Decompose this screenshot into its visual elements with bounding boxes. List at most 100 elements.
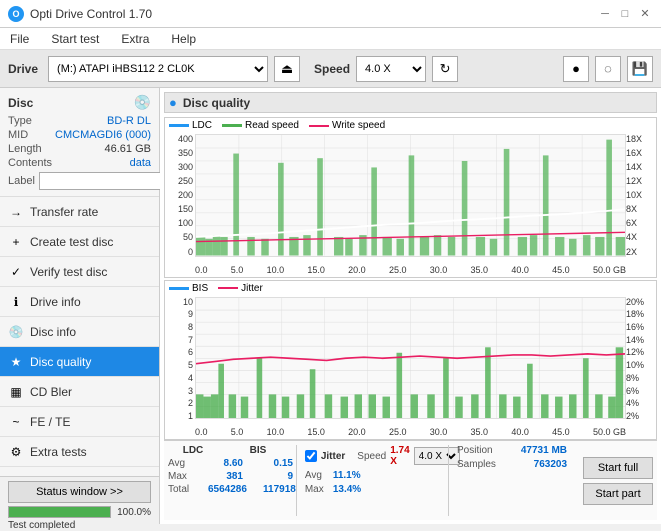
disc-contents-value: data [130,157,151,169]
fe-te-icon: ~ [8,414,24,430]
start-full-button[interactable]: Start full [583,457,653,479]
max-label: Max [168,471,188,482]
sidebar-item-cd-bler[interactable]: ▦ CD Bler [0,377,159,407]
disc-section-title: Disc [8,96,33,110]
speed-select-stats[interactable]: 4.0 X [414,447,460,465]
status-bar: Status window >> 100.0% Test completed [0,476,159,524]
legend-write-label: Write speed [332,120,385,131]
chart2-plot [195,297,626,420]
speed-select[interactable]: 4.0 X [356,56,426,82]
disc-length-label: Length [8,143,42,155]
stats-panel: LDC BIS Avg 8.60 0.15 Max 381 9 Total 65… [164,440,657,520]
sidebar-label-verify-test-disc: Verify test disc [30,265,107,279]
stats-ldc-bis: LDC BIS Avg 8.60 0.15 Max 381 9 Total 65… [168,445,288,516]
app-title: Opti Drive Control 1.70 [30,7,152,21]
transfer-rate-icon: → [8,204,24,220]
chart1-y-axis-right: 18X 16X 14X 12X 10X 8X 6X 4X 2X [626,134,654,257]
disc-mid-row: MID CMCMAGDI6 (000) [8,129,151,141]
disc-label-input[interactable] [39,172,177,190]
drive-label: Drive [8,62,38,76]
sidebar-item-extra-tests[interactable]: ⚙ Extra tests [0,437,159,467]
disc-length-row: Length 46.61 GB [8,143,151,155]
maximize-button[interactable]: □ [617,6,633,22]
save-button[interactable]: 💾 [627,56,653,82]
minimize-button[interactable]: ─ [597,6,613,22]
avg-label: Avg [168,458,188,469]
sidebar-item-drive-info[interactable]: ℹ Drive info [0,287,159,317]
menu-extra[interactable]: Extra [117,30,153,48]
bis-total: 117918 [263,484,293,495]
speed-val: 1.74 X [390,445,409,467]
sidebar-item-disc-info[interactable]: 💿 Disc info [0,317,159,347]
jitter-check-row: Jitter Speed 1.74 X 4.0 X [305,445,440,467]
sidebar-item-transfer-rate[interactable]: → Transfer rate [0,197,159,227]
position-label: Position [457,445,493,456]
samples-row: Samples 763203 [457,459,567,470]
sidebar-label-fe-te: FE / TE [30,415,70,429]
verify-test-disc-icon: ✓ [8,264,24,280]
disc-type-value: BD-R DL [107,115,151,127]
chart2-y-axis-right: 20% 18% 16% 14% 12% 10% 8% 6% 4% 2% [626,297,654,422]
menu-start-test[interactable]: Start test [47,30,103,48]
legend-jitter-line [218,287,238,289]
dq-title: Disc quality [183,96,250,110]
j-avg-label: Avg [305,470,327,481]
progress-bar-outer [8,506,111,518]
jitter-checkbox[interactable] [305,450,317,462]
sidebar-item-disc-quality[interactable]: ★ Disc quality [0,347,159,377]
ldc-max: 381 [208,471,243,482]
jitter-max-row: Max 13.4% [305,484,440,495]
titlebar-left: O Opti Drive Control 1.70 [8,6,152,22]
burn-button[interactable]: ● [563,56,589,82]
chart1-svg [196,135,625,256]
legend-read: Read speed [222,120,299,131]
sidebar-item-fe-te[interactable]: ~ FE / TE [0,407,159,437]
legend-bis-label: BIS [192,283,208,294]
disc-mid-value: CMCMAGDI6 (000) [55,129,151,141]
legend-jitter-label: Jitter [241,283,263,294]
chart1-plot [195,134,626,257]
chart1-inner: LDC Read speed Write speed [165,118,656,277]
stats-headers: LDC BIS [168,445,288,456]
action-buttons: Start full Start part [583,445,653,516]
menu-help[interactable]: Help [167,30,200,48]
menu-file[interactable]: File [6,30,33,48]
disc-contents-label: Contents [8,157,52,169]
stats-max-row: Max 381 9 [168,471,288,482]
close-button[interactable]: ✕ [637,6,653,22]
disc-contents-row: Contents data [8,157,151,169]
chart2-wrapper: BIS Jitter 10 9 8 7 6 [164,280,657,441]
sidebar-item-create-test-disc[interactable]: + Create test disc [0,227,159,257]
sidebar: Disc 💿 Type BD-R DL MID CMCMAGDI6 (000) … [0,88,160,524]
legend-write-line [309,125,329,127]
refresh-button[interactable]: ↻ [432,56,458,82]
charts-container: LDC Read speed Write speed [164,117,657,440]
sidebar-item-verify-test-disc[interactable]: ✓ Verify test disc [0,257,159,287]
drive-select[interactable]: (M:) ATAPI iHBS112 2 CL0K [48,56,268,82]
progress-bar-inner [9,507,110,517]
disc-type-row: Type BD-R DL [8,115,151,127]
chart1-y-axis-left: 400 350 300 250 200 150 100 50 0 [165,134,195,257]
disc-header: Disc 💿 [8,94,151,111]
disc-info-icon: 💿 [8,324,24,340]
stats-jitter-speed: Jitter Speed 1.74 X 4.0 X Avg 11.1% Max … [305,445,440,516]
j-max-label: Max [305,484,327,495]
sidebar-label-disc-quality: Disc quality [30,355,91,369]
legend-ldc-label: LDC [192,120,212,131]
erase-button[interactable]: ◌ [595,56,621,82]
legend-ldc: LDC [169,120,212,131]
menubar: File Start test Extra Help [0,28,661,50]
status-window-button[interactable]: Status window >> [8,481,151,503]
position-val: 47731 MB [521,445,567,456]
chart2-inner: BIS Jitter 10 9 8 7 6 [165,281,656,440]
sidebar-label-transfer-rate: Transfer rate [30,205,98,219]
disc-mid-label: MID [8,129,28,141]
eject-button[interactable]: ⏏ [274,56,300,82]
sidebar-label-cd-bler: CD Bler [30,385,72,399]
start-part-button[interactable]: Start part [583,483,653,505]
chart1-legend: LDC Read speed Write speed [169,120,385,131]
progress-row: 100.0% [8,506,151,518]
ldc-header: LDC [168,445,218,456]
disc-section: Disc 💿 Type BD-R DL MID CMCMAGDI6 (000) … [0,88,159,197]
chart1-x-axis: 0.0 5.0 10.0 15.0 20.0 25.0 30.0 35.0 40… [195,265,626,275]
